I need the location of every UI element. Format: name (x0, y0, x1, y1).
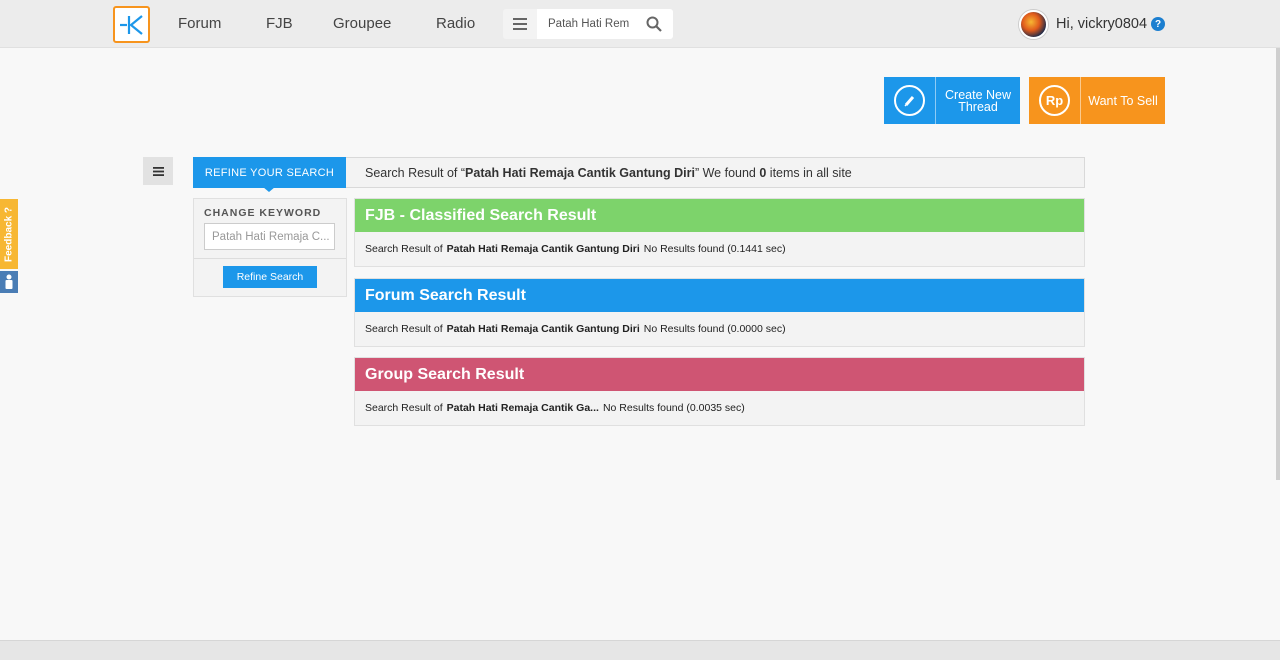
want-to-sell-button[interactable]: Rp Want To Sell (1029, 77, 1165, 124)
hamburger-menu-icon[interactable] (503, 9, 537, 39)
forum-result-section: Forum Search Result Search Result of Pata… (354, 278, 1085, 347)
keyword-input[interactable] (204, 223, 335, 250)
result-status: No Results found (0.0000 sec) (643, 323, 786, 335)
refine-tab-label: REFINE YOUR SEARCH (204, 166, 335, 179)
result-status: No Results found (0.0035 sec) (602, 402, 745, 414)
top-navbar: Forum FJB Groupee Radio Hi, vickry0804 ? (0, 0, 1280, 48)
forum-result-text: Search Result of Patah Hati Remaja Cantik… (355, 312, 1084, 346)
change-keyword-label: CHANGE KEYWORD (204, 207, 322, 219)
group-result-section: Group Search Result Search Result of Pata… (354, 357, 1085, 426)
result-status: No Results found (0.1441 sec) (643, 243, 786, 255)
result-query: Patah Hati Remaja Cantik Ga... (446, 402, 599, 414)
user-greeting[interactable]: Hi, vickry0804 (1056, 16, 1147, 32)
summary-middle: ” We found (694, 166, 760, 180)
tab-arrow (263, 187, 275, 192)
search-input[interactable] (537, 9, 641, 39)
summary-suffix: items in all site (766, 166, 852, 180)
result-query: Patah Hati Remaja Cantik Gantung Diri (446, 243, 640, 255)
create-thread-label: Create New Thread (945, 87, 1011, 114)
summary-query: Patah Hati Remaja Cantik Gantung Diri (465, 166, 695, 180)
kaskus-logo-icon[interactable] (113, 6, 150, 43)
feedback-person-icon[interactable] (0, 271, 18, 293)
result-summary: Search Result of “Patah Hati Remaja Cant… (365, 166, 852, 180)
help-icon[interactable]: ? (1151, 17, 1165, 31)
search-icon[interactable] (646, 16, 662, 32)
nav-forum-link[interactable]: Forum (178, 15, 221, 32)
summary-prefix: Search Result of “ (365, 166, 466, 180)
nav-radio-link[interactable]: Radio (436, 15, 475, 32)
search-result-bar: REFINE YOUR SEARCH Search Result of “Pat… (193, 157, 1085, 192)
want-to-sell-label: Want To Sell (1088, 93, 1158, 108)
refine-panel: CHANGE KEYWORD Refine Search (193, 198, 347, 297)
feedback-tab[interactable]: Feedback ? (0, 199, 18, 269)
create-new-thread-button[interactable]: Create New Thread (884, 77, 1020, 124)
group-section-title: Group Search Result (355, 358, 1084, 391)
group-result-text: Search Result of Patah Hati Remaja Cantik… (355, 391, 1084, 425)
nav-fjb-link[interactable]: FJB (266, 15, 293, 32)
result-prefix: Search Result of (365, 323, 443, 335)
divider (194, 258, 346, 259)
bottom-bar (0, 640, 1280, 660)
pencil-icon (894, 85, 925, 116)
fjb-section-title: FJB - Classified Search Result (355, 199, 1084, 232)
result-prefix: Search Result of (365, 402, 443, 414)
fjb-result-text: Search Result of Patah Hati Remaja Cantik… (355, 232, 1084, 266)
scrollbar[interactable] (1276, 48, 1280, 480)
rupiah-icon: Rp (1039, 85, 1070, 116)
sidebar-toggle-icon[interactable] (143, 157, 173, 185)
nav-groupee-link[interactable]: Groupee (333, 15, 391, 32)
fjb-result-section: FJB - Classified Search Result Search Re… (354, 198, 1085, 267)
refine-your-search-tab[interactable]: REFINE YOUR SEARCH (193, 157, 346, 192)
user-avatar[interactable] (1019, 10, 1048, 39)
search-box (537, 9, 673, 39)
result-query: Patah Hati Remaja Cantik Gantung Diri (446, 323, 640, 335)
forum-section-title: Forum Search Result (355, 279, 1084, 312)
result-prefix: Search Result of (365, 243, 443, 255)
refine-search-button[interactable]: Refine Search (223, 266, 317, 288)
